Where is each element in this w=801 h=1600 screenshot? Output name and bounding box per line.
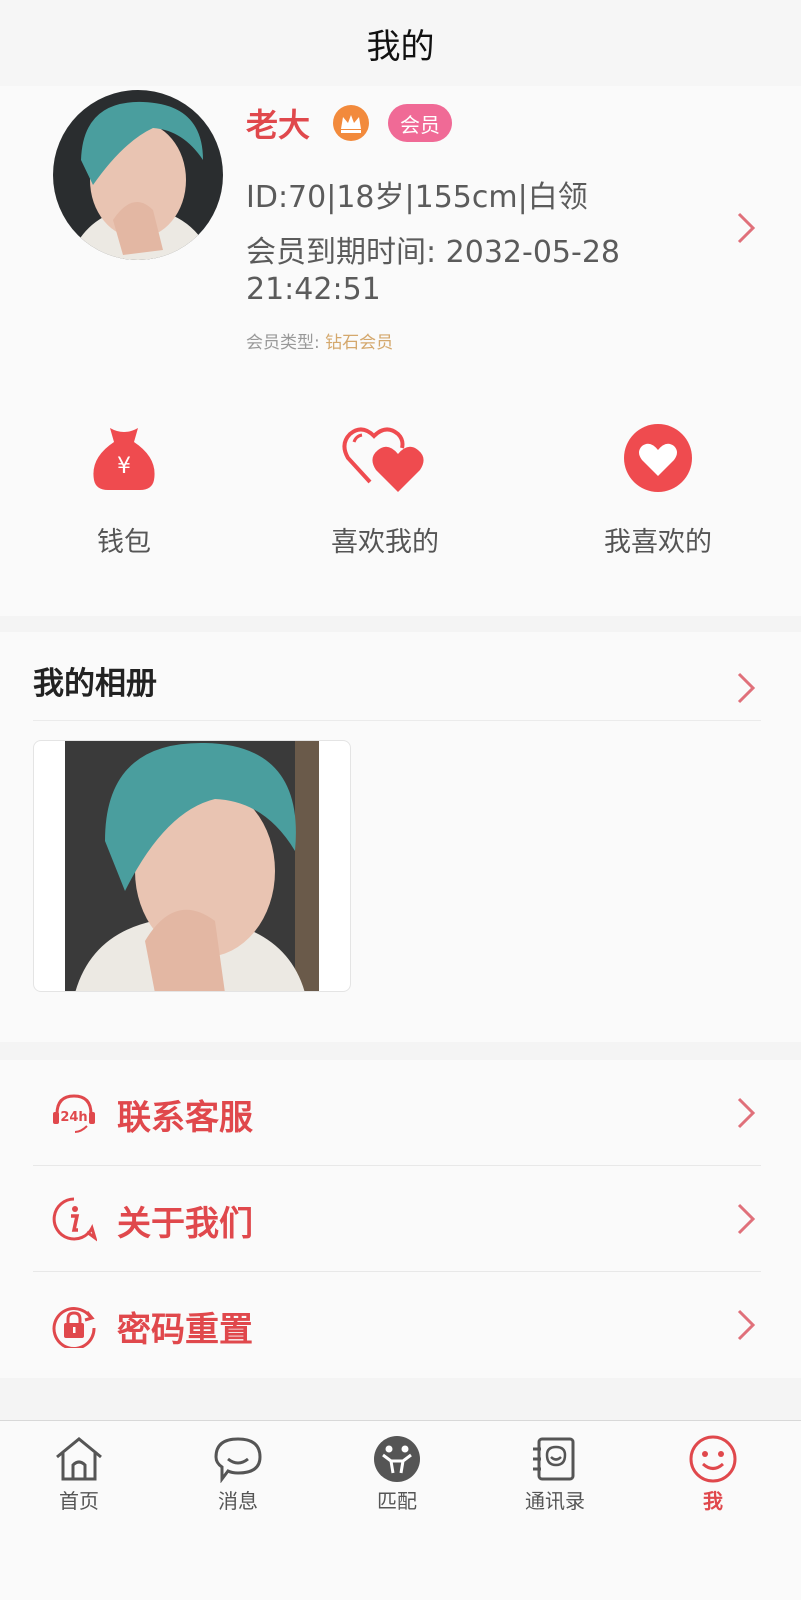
likes-me-button[interactable]: 喜欢我的 (285, 422, 485, 559)
headset-24h-icon: 24h (53, 1094, 95, 1133)
vip-expiry-time: 21:42:51 (246, 272, 381, 307)
album-section: 我的相册 (0, 632, 801, 1042)
svg-text:24h: 24h (60, 1110, 87, 1125)
wallet-icon: ¥ (93, 428, 155, 490)
tab-me[interactable]: 我 (653, 1435, 773, 1514)
vip-expiry-date: 会员到期时间: 2032-05-28 (246, 235, 620, 270)
chevron-right-icon (737, 1097, 756, 1129)
heart-circle-icon (624, 424, 692, 492)
tab-label: 首页 (59, 1489, 99, 1513)
hearts-icon (342, 427, 424, 492)
menu-item-customer-service[interactable]: 24h 联系客服 (0, 1060, 801, 1166)
svg-text:¥: ¥ (117, 454, 131, 479)
tab-label: 我 (703, 1489, 723, 1513)
vip-type: 会员类型: 钻石会员 (246, 328, 393, 353)
tab-messages[interactable]: 消息 (178, 1435, 298, 1514)
menu-item-password-reset[interactable]: 密码重置 (0, 1272, 801, 1378)
tab-match[interactable]: 匹配 (337, 1435, 457, 1514)
album-title: 我的相册 (33, 666, 157, 702)
vip-type-label: 会员类型: (246, 333, 320, 353)
wallet-label: 钱包 (97, 527, 151, 558)
top-bar: 我的 (0, 0, 801, 86)
avatar[interactable] (53, 90, 223, 260)
album-photo[interactable] (33, 740, 351, 992)
message-icon (214, 1437, 262, 1483)
name-row: 老大 会员 (246, 100, 453, 146)
divider (33, 720, 761, 721)
chevron-right-icon (737, 1203, 756, 1235)
home-icon (56, 1437, 102, 1481)
likes-me-label: 喜欢我的 (331, 527, 439, 558)
i-like-label: 我喜欢的 (604, 527, 712, 558)
tab-label: 消息 (218, 1489, 258, 1513)
smiley-icon (689, 1435, 737, 1483)
menu-item-about-us[interactable]: 关于我们 (0, 1166, 801, 1272)
info-icon (52, 1197, 97, 1242)
i-like-button[interactable]: 我喜欢的 (558, 422, 758, 559)
vip-badge: 会员 (388, 104, 453, 142)
menu-label: 联系客服 (117, 1098, 253, 1138)
menu-label: 关于我们 (117, 1204, 253, 1244)
lock-reset-icon (52, 1307, 96, 1348)
wallet-button[interactable]: ¥ 钱包 (24, 422, 224, 559)
user-name: 老大 (246, 106, 311, 144)
crown-icon (333, 105, 370, 141)
chevron-right-icon[interactable] (733, 670, 759, 706)
chevron-right-icon (737, 1309, 756, 1341)
profile-section[interactable]: 老大 会员 ID:70|18岁|155cm|白领 会员到期时间: 2032-05… (0, 86, 801, 616)
page-title: 我的 (366, 26, 435, 67)
tab-label: 匹配 (377, 1489, 417, 1513)
bottom-tab-bar: 首页 消息 匹配 通讯录 我 (0, 1420, 801, 1600)
menu-list: 24h 联系客服 关于我们 密码重置 (0, 1060, 801, 1378)
match-icon (374, 1436, 420, 1482)
chevron-right-icon[interactable] (733, 210, 759, 246)
vip-type-value: 钻石会员 (325, 333, 394, 353)
tab-home[interactable]: 首页 (19, 1435, 139, 1514)
user-info: ID:70|18岁|155cm|白领 (246, 180, 588, 215)
menu-label: 密码重置 (117, 1310, 253, 1350)
photo-image (65, 741, 319, 991)
contacts-icon (533, 1437, 575, 1481)
tab-contacts[interactable]: 通讯录 (495, 1435, 615, 1514)
tab-label: 通讯录 (525, 1489, 585, 1513)
